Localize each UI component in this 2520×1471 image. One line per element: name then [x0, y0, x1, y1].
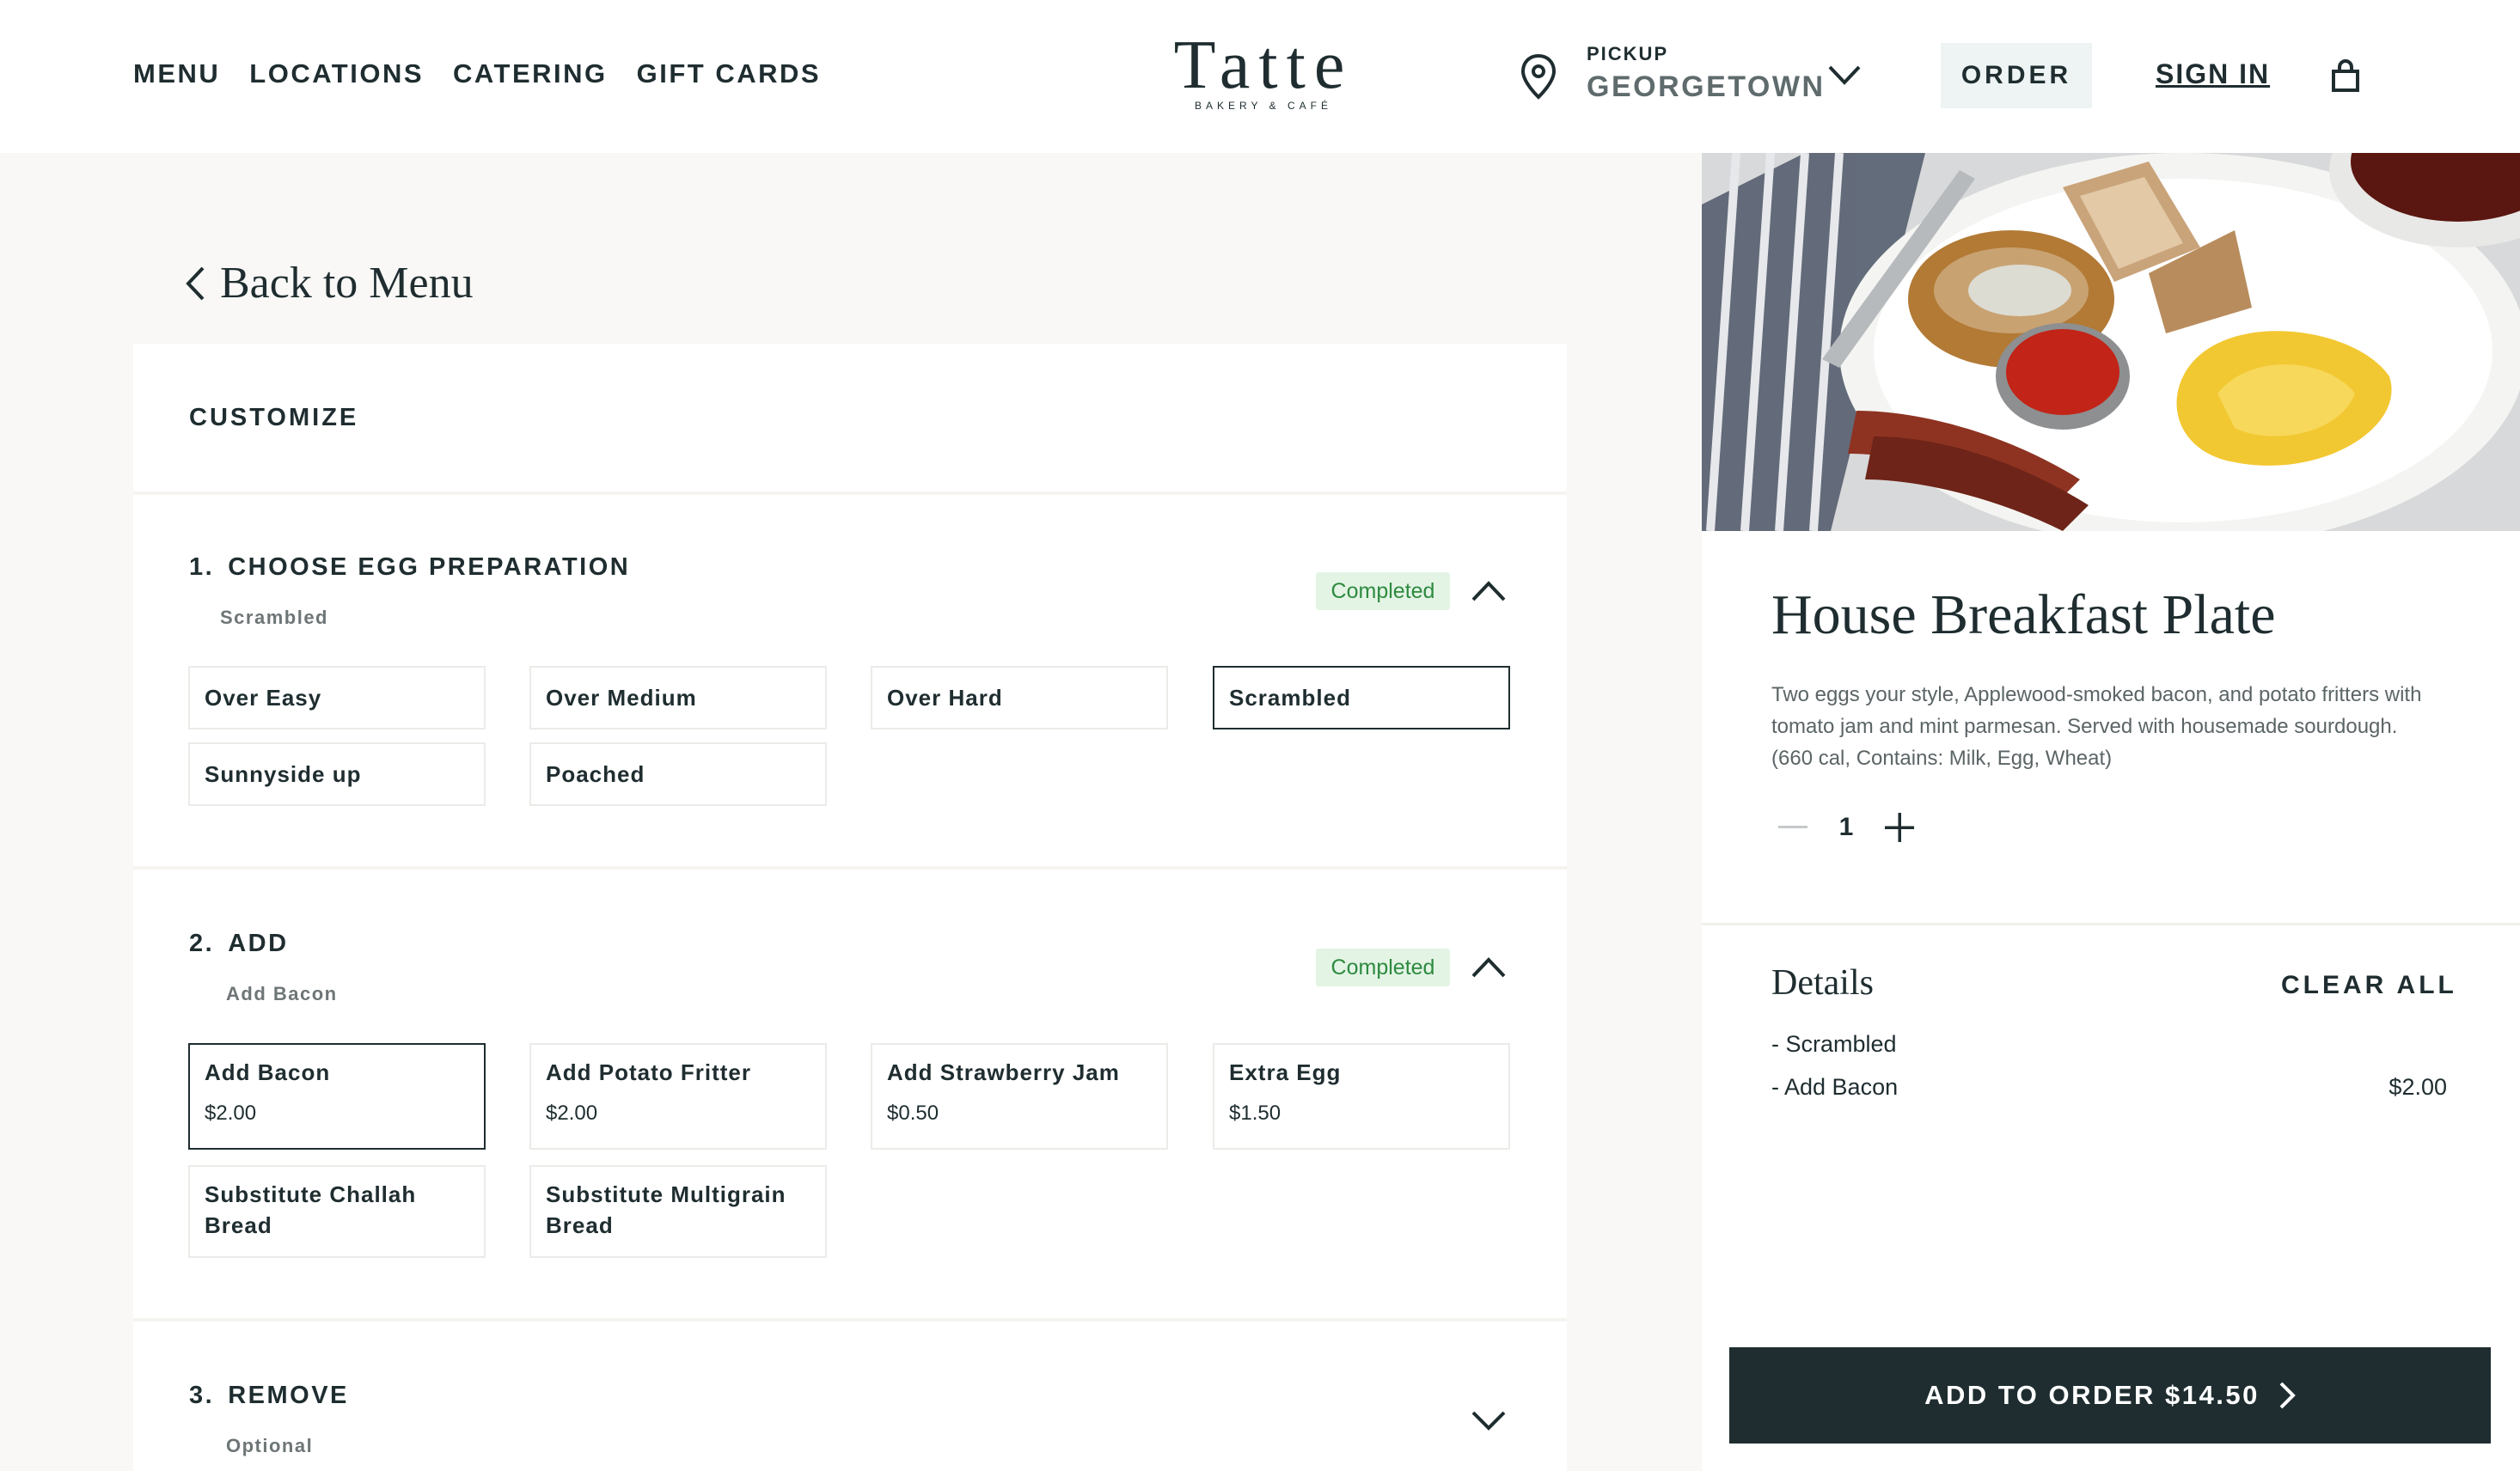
section-title: ADD — [228, 930, 289, 957]
chevron-right-icon — [2279, 1382, 2296, 1409]
detail-price: $2.00 — [2388, 1074, 2447, 1100]
clear-all-button[interactable]: CLEAR ALL — [2281, 971, 2457, 1000]
option-label: Sunnyside up — [205, 761, 362, 787]
option-label: Extra Egg — [1229, 1059, 1342, 1085]
option-price: $1.50 — [1229, 1102, 1281, 1125]
back-label: Back to Menu — [220, 259, 474, 308]
option-label: Over Hard — [887, 685, 1003, 711]
option-label: Poached — [546, 761, 645, 787]
detail-line: - Add Bacon — [1771, 1074, 1899, 1100]
chevron-up-icon[interactable] — [1471, 580, 1507, 602]
section-summary: Scrambled — [220, 607, 328, 628]
quantity-value: 1 — [1838, 813, 1854, 841]
divider — [1702, 923, 2520, 925]
chevron-up-icon[interactable] — [1471, 956, 1507, 979]
product-photo — [1702, 153, 2520, 531]
brand-logo[interactable]: Tatte BAKERY & CAFÉ — [1152, 31, 1375, 112]
section-remove-title[interactable]: 3. REMOVE — [189, 1382, 349, 1410]
option-label: Add Bacon — [205, 1059, 331, 1085]
decrease-quantity-button[interactable] — [1771, 806, 1814, 849]
option-label: Add Strawberry Jam — [887, 1059, 1120, 1085]
option-add-strawberry-jam[interactable]: Add Strawberry Jam $0.50 — [871, 1043, 1168, 1150]
option-substitute-multigrain-bread[interactable]: Substitute Multigrain Bread — [529, 1165, 827, 1258]
sign-in-link[interactable]: SIGN IN — [2156, 58, 2270, 90]
main-nav: MENU LOCATIONS CATERING GIFT CARDS — [133, 58, 821, 89]
section-title: REMOVE — [228, 1382, 349, 1409]
site-header: MENU LOCATIONS CATERING GIFT CARDS Tatte… — [0, 0, 2520, 153]
chevron-down-icon[interactable] — [1827, 64, 1862, 86]
option-label: Scrambled — [1229, 685, 1351, 711]
nav-gift-cards[interactable]: GIFT CARDS — [637, 58, 821, 89]
nav-catering[interactable]: CATERING — [453, 58, 608, 89]
option-price: $2.00 — [205, 1102, 257, 1125]
add-to-order-label: ADD TO ORDER $14.50 — [1924, 1380, 2260, 1410]
section-number: 2. — [189, 930, 215, 957]
divider — [133, 1318, 1567, 1321]
option-over-hard[interactable]: Over Hard — [871, 666, 1168, 729]
order-button[interactable]: ORDER — [1941, 43, 2092, 108]
add-to-order-button[interactable]: ADD TO ORDER $14.50 — [1729, 1347, 2491, 1444]
pickup-label: PICKUP — [1587, 43, 1669, 64]
option-label: Substitute Multigrain Bread — [546, 1181, 786, 1238]
option-price: $2.00 — [546, 1102, 598, 1125]
option-substitute-challah-bread[interactable]: Substitute Challah Bread — [188, 1165, 486, 1258]
option-add-bacon[interactable]: Add Bacon $2.00 — [188, 1043, 486, 1150]
option-scrambled[interactable]: Scrambled — [1213, 666, 1510, 729]
customize-title: CUSTOMIZE — [189, 404, 359, 431]
option-extra-egg[interactable]: Extra Egg $1.50 — [1213, 1043, 1510, 1150]
quantity-stepper: 1 — [1771, 806, 1921, 849]
details-title: Details — [1771, 963, 1874, 1003]
location-pin-icon[interactable] — [1520, 53, 1557, 100]
minus-icon — [1778, 826, 1807, 828]
option-add-potato-fritter[interactable]: Add Potato Fritter $2.00 — [529, 1043, 827, 1150]
completed-badge: Completed — [1316, 572, 1450, 610]
option-over-easy[interactable]: Over Easy — [188, 666, 486, 729]
option-sunnyside-up[interactable]: Sunnyside up — [188, 742, 486, 806]
section-number: 3. — [189, 1382, 215, 1409]
chevron-down-icon[interactable] — [1471, 1409, 1507, 1431]
customize-panel: CUSTOMIZE 1. CHOOSE EGG PREPARATION Scram… — [133, 344, 1567, 1471]
option-label: Over Medium — [546, 685, 697, 711]
section-summary: Add Bacon — [226, 983, 338, 1004]
pickup-location-selector[interactable]: PICKUP GEORGETOWN — [1587, 43, 1826, 104]
option-label: Add Potato Fritter — [546, 1059, 751, 1085]
detail-line: - Scrambled — [1771, 1031, 1897, 1057]
option-poached[interactable]: Poached — [529, 742, 827, 806]
option-label: Over Easy — [205, 685, 322, 711]
completed-badge: Completed — [1316, 949, 1450, 986]
section-title: CHOOSE EGG PREPARATION — [228, 553, 631, 581]
section-summary: Optional — [226, 1435, 314, 1456]
nav-locations[interactable]: LOCATIONS — [249, 58, 424, 89]
divider — [133, 866, 1567, 870]
logo-name: Tatte — [1173, 27, 1354, 103]
plus-icon — [1885, 813, 1914, 842]
product-panel: House Breakfast Plate Two eggs your styl… — [1702, 153, 2520, 1471]
divider — [133, 491, 1567, 495]
product-title: House Breakfast Plate — [1771, 583, 2276, 646]
option-over-medium[interactable]: Over Medium — [529, 666, 827, 729]
back-to-menu-link[interactable]: Back to Menu — [184, 258, 474, 308]
nav-menu[interactable]: MENU — [133, 58, 220, 89]
option-label: Substitute Challah Bread — [205, 1181, 417, 1238]
chevron-left-icon — [186, 266, 205, 300]
shopping-bag-icon[interactable] — [2331, 58, 2360, 93]
increase-quantity-button[interactable] — [1878, 806, 1921, 849]
option-price: $0.50 — [887, 1102, 939, 1125]
product-description: Two eggs your style, Applewood-smoked ba… — [1771, 683, 2422, 770]
section-number: 1. — [189, 553, 215, 581]
section-egg-preparation-title[interactable]: 1. CHOOSE EGG PREPARATION — [189, 553, 630, 582]
pickup-location: GEORGETOWN — [1587, 70, 1826, 103]
section-add-title[interactable]: 2. ADD — [189, 930, 289, 958]
